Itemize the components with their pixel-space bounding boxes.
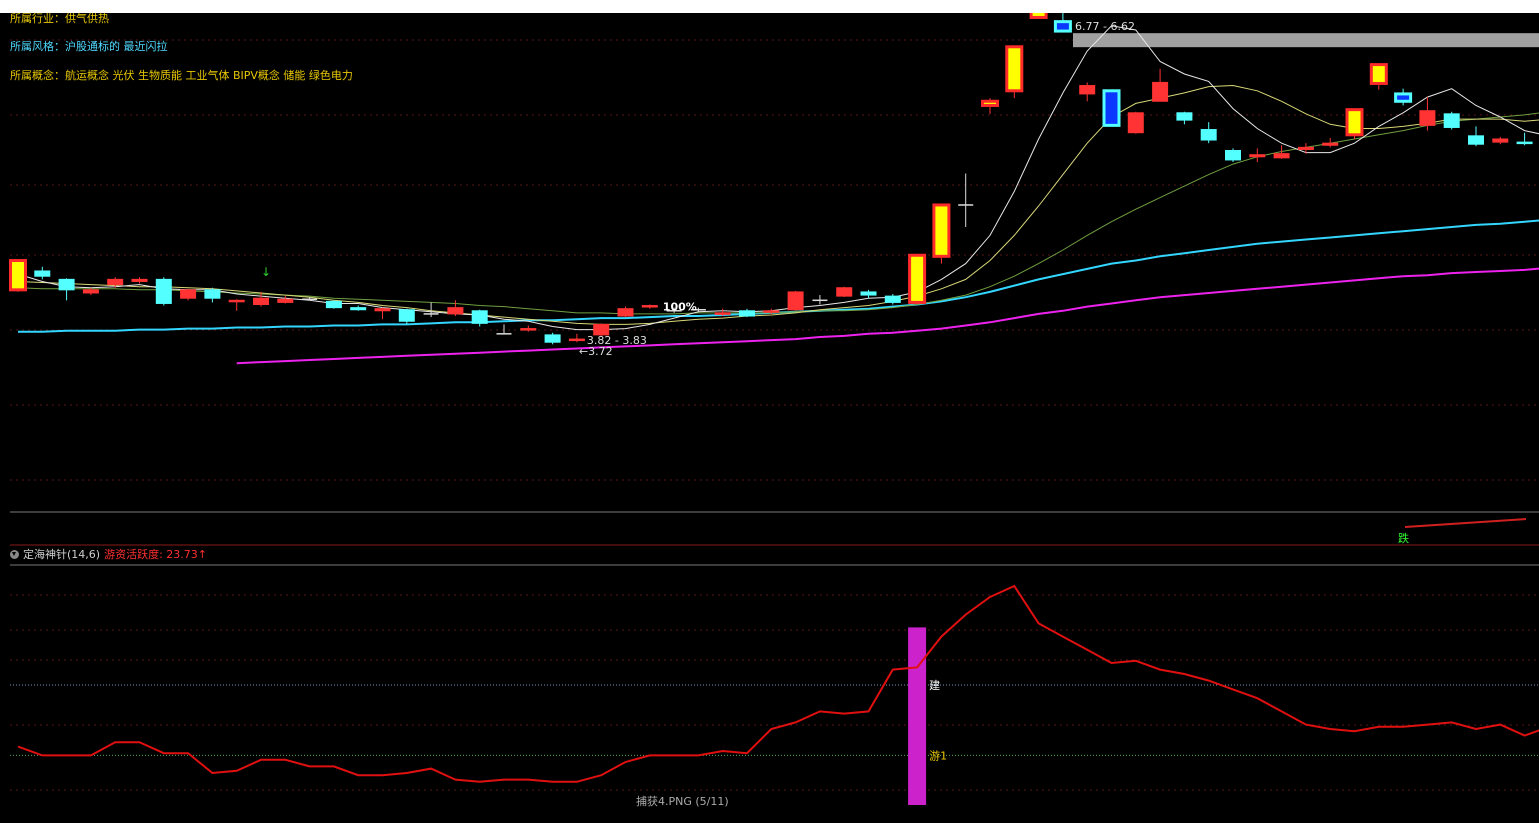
candle-body[interactable] bbox=[544, 334, 561, 343]
candle-body[interactable] bbox=[471, 310, 488, 324]
candle-body[interactable] bbox=[107, 278, 124, 286]
build-mark-label: 建 bbox=[929, 678, 940, 692]
candle-body[interactable] bbox=[1516, 141, 1533, 145]
candle-body[interactable] bbox=[350, 307, 367, 311]
candle-body[interactable] bbox=[374, 308, 391, 312]
candle-body[interactable] bbox=[398, 309, 415, 322]
candle-body[interactable] bbox=[228, 299, 245, 303]
candle-body[interactable] bbox=[1176, 112, 1193, 121]
candle-body[interactable] bbox=[617, 308, 634, 317]
concept-label: 所属概念：航运概念 光伏 生物质能 工业气体 BIPV概念 储能 绿色电力 bbox=[10, 69, 353, 82]
candle-body[interactable] bbox=[9, 258, 27, 292]
candle-body[interactable] bbox=[714, 312, 731, 315]
candle-body[interactable] bbox=[180, 289, 197, 299]
ma10-line bbox=[17, 84, 1539, 325]
candle-body[interactable] bbox=[1394, 92, 1413, 103]
image-caption: 捕获4.PNG (5/11) bbox=[636, 795, 729, 808]
candle-body[interactable] bbox=[1249, 154, 1266, 158]
industry-label: 所属行业：供气供热 bbox=[10, 12, 109, 25]
indicator-highlight-bar bbox=[908, 627, 927, 805]
indicator-name[interactable]: 定海神针(14,6) bbox=[23, 546, 100, 562]
ma120-line bbox=[236, 267, 1539, 365]
collapse-toggle-icon[interactable] bbox=[10, 549, 19, 559]
candle-body[interactable] bbox=[763, 310, 780, 313]
candle-body[interactable] bbox=[58, 278, 75, 291]
candle-body[interactable] bbox=[204, 289, 221, 299]
candle-body[interactable] bbox=[908, 253, 927, 304]
style-label: 所属风格：沪股通标的 最近闪拉 bbox=[10, 40, 168, 53]
high-price-label: 6.77 - 6.62 bbox=[1075, 20, 1135, 33]
candle-body[interactable] bbox=[1419, 110, 1436, 126]
candle-body[interactable] bbox=[1127, 112, 1144, 134]
candle-body[interactable] bbox=[1152, 81, 1169, 102]
candle-body[interactable] bbox=[1369, 63, 1388, 85]
percent-label: 100% bbox=[663, 301, 697, 314]
candle-body[interactable] bbox=[787, 291, 804, 311]
candle-body[interactable] bbox=[34, 270, 51, 277]
low-arrow-label: ←3.72 bbox=[579, 345, 613, 358]
candle-body[interactable] bbox=[1029, 13, 1048, 19]
top-toolbar-strip bbox=[0, 0, 1539, 13]
candle-body[interactable] bbox=[981, 99, 999, 107]
ma60-line bbox=[18, 219, 1539, 333]
high-annotation-band bbox=[1073, 33, 1539, 48]
metric-arrow: ↑ bbox=[197, 547, 207, 561]
candle-body[interactable] bbox=[1297, 146, 1314, 150]
candle-body[interactable] bbox=[836, 287, 853, 297]
fall-label: 跌 bbox=[1398, 531, 1409, 545]
candle-body[interactable] bbox=[1079, 85, 1096, 95]
candle-body[interactable] bbox=[568, 338, 585, 342]
candle-body[interactable] bbox=[1200, 129, 1217, 141]
candle-body[interactable] bbox=[1273, 153, 1290, 159]
down-arrow-mark: ↓ bbox=[261, 265, 271, 279]
indicator-header: 定海神针(14,6) 游资活跃度: 23.73 ↑ bbox=[10, 547, 207, 561]
candle-body[interactable] bbox=[884, 295, 901, 303]
candle-body[interactable] bbox=[253, 297, 269, 305]
candle-body[interactable] bbox=[1468, 135, 1484, 145]
candle-body[interactable] bbox=[447, 307, 464, 315]
candle-body[interactable] bbox=[932, 203, 951, 258]
candle-body[interactable] bbox=[739, 310, 755, 317]
candle-body[interactable] bbox=[1492, 138, 1509, 143]
metric-label: 游资活跃度: 23.73 bbox=[104, 548, 198, 561]
candle-body[interactable] bbox=[860, 291, 877, 296]
candle-body[interactable] bbox=[325, 300, 342, 309]
candle-body[interactable] bbox=[82, 289, 99, 294]
indicator-line bbox=[17, 584, 1539, 783]
candle-body[interactable] bbox=[155, 278, 172, 304]
candle-body[interactable] bbox=[1102, 89, 1121, 127]
candle-body[interactable] bbox=[1345, 108, 1364, 137]
candle-body[interactable] bbox=[520, 328, 537, 331]
candle-body[interactable] bbox=[641, 305, 658, 308]
trend-segment bbox=[1404, 518, 1527, 528]
candle-body[interactable] bbox=[1225, 150, 1241, 161]
candle-body[interactable] bbox=[1443, 113, 1460, 128]
you-mark-label: 游1 bbox=[929, 749, 947, 762]
candle-body[interactable] bbox=[1053, 20, 1072, 33]
chart-canvas[interactable]: 6.77 - 6.623.82 - 3.83←3.72100%↓跌建游1 bbox=[0, 13, 1539, 823]
candle-body[interactable] bbox=[277, 298, 294, 303]
candle-body[interactable] bbox=[1322, 142, 1339, 146]
candle-body[interactable] bbox=[1005, 45, 1024, 93]
candle-body[interactable] bbox=[131, 278, 148, 282]
